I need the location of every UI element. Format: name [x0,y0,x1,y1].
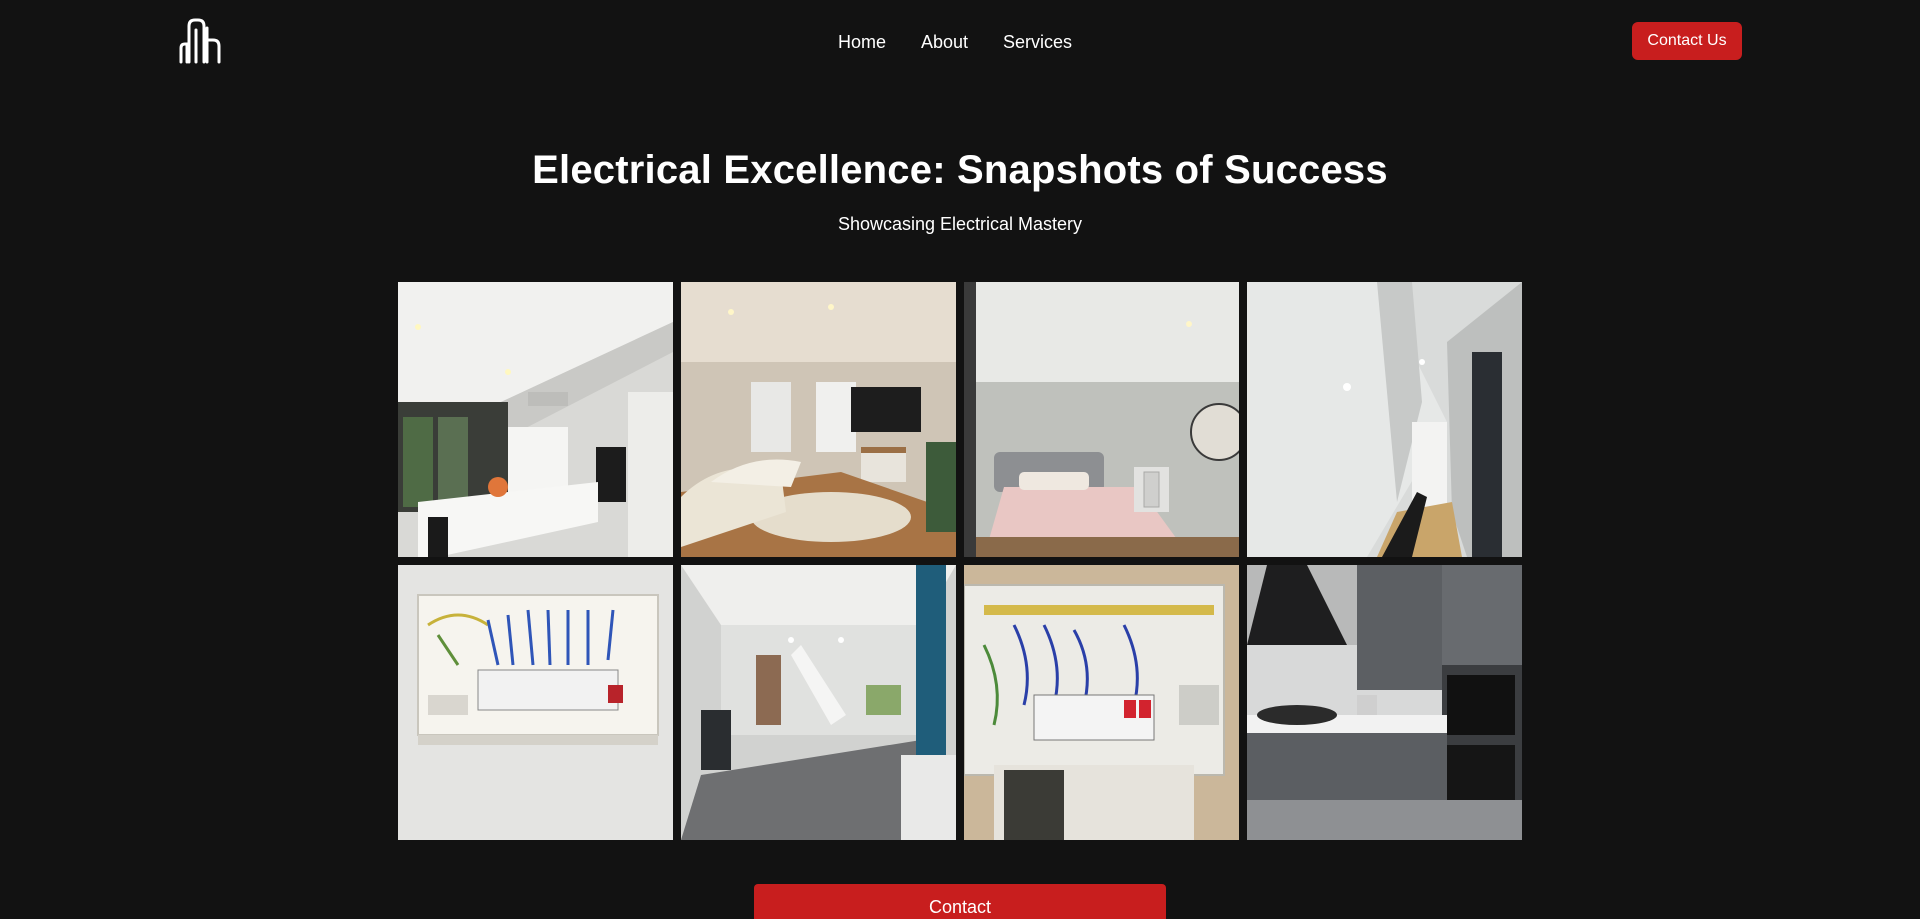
gallery-image-bedroom[interactable] [964,282,1239,557]
gallery-image-grey-kitchen[interactable] [1247,565,1522,840]
project-gallery [398,282,1522,840]
gallery-image-fuse-board-install[interactable] [964,565,1239,840]
gallery-image-consumer-unit-wiring[interactable] [398,565,673,840]
contact-us-button[interactable]: Contact Us [1632,22,1742,60]
gallery-image-kitchen-extension[interactable] [398,282,673,557]
page-subtitle: Showcasing Electrical Mastery [837,214,1083,234]
page-title: Electrical Excellence: Snapshots of Succ… [532,148,1388,192]
nav-services-link[interactable]: Services [1003,32,1072,53]
nav-home-link[interactable]: Home [838,32,886,53]
contact-button[interactable]: Contact [754,884,1166,919]
gallery-image-open-plan-room[interactable] [681,565,956,840]
gallery-image-living-room[interactable] [681,282,956,557]
gallery-image-hallway-stairs[interactable] [1247,282,1522,557]
top-navigation-bar: Home About Services Contact Us [0,0,1920,84]
nav-about-link[interactable]: About [921,32,968,53]
